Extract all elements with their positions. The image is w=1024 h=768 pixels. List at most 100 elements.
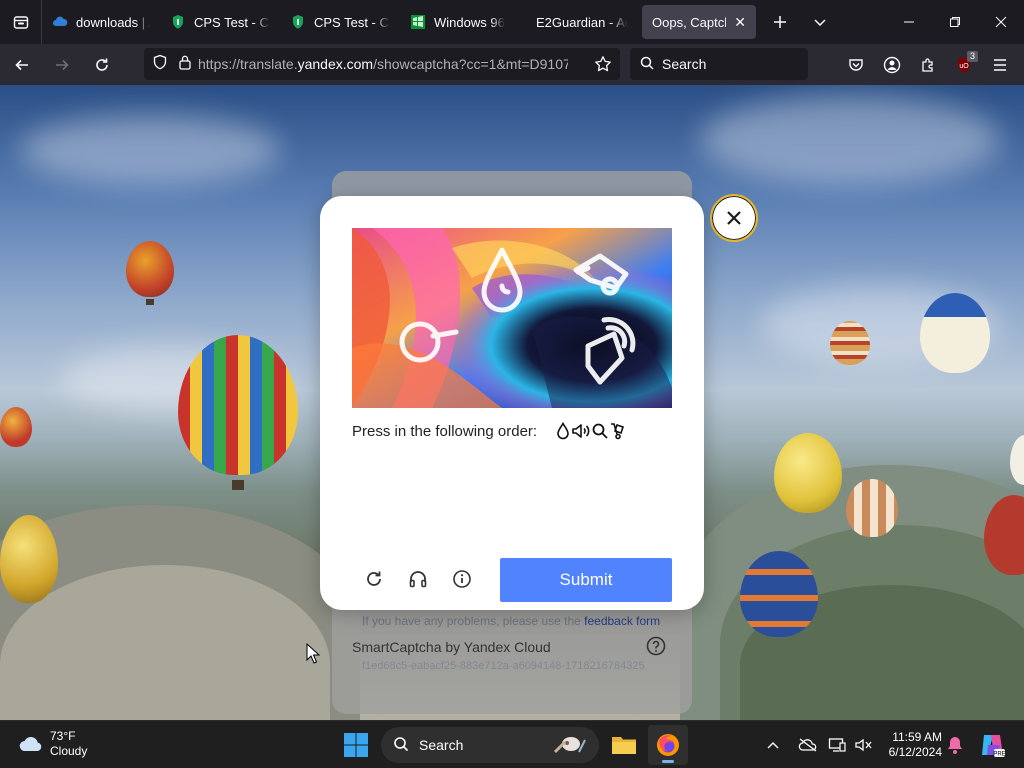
navigation-toolbar: https://translate.yandex.com/showcaptcha… (0, 44, 1024, 85)
clock-date: 6/12/2024 (888, 745, 942, 759)
firefox-view-icon (13, 16, 28, 29)
tab-oops-captcha[interactable]: Oops, Captcha! ✕ (642, 5, 756, 39)
url-path: /showcaptcha?cc=1&mt=D9107 (373, 56, 568, 72)
close-tab-icon[interactable]: ✕ (734, 14, 746, 31)
copilot-icon: PRE (982, 735, 1006, 758)
feedback-form-link[interactable]: feedback form (584, 614, 660, 628)
lock-icon[interactable] (178, 54, 192, 75)
tab-windows-96[interactable]: Windows 96 (400, 5, 520, 39)
audio-captcha-button[interactable] (404, 565, 432, 593)
close-window-button[interactable] (978, 0, 1024, 44)
close-icon (727, 211, 741, 225)
extension-badge-count: 3 (966, 50, 978, 62)
tab-title: Windows 96 (434, 14, 505, 30)
speaker-icon (572, 424, 590, 438)
hot-air-balloon (740, 551, 818, 637)
ublock-origin-button[interactable]: uO 3 (946, 49, 982, 81)
firefox-taskbar-button[interactable] (648, 725, 688, 765)
search-highlight-icon (549, 732, 589, 761)
hot-air-balloon (0, 515, 58, 603)
hand-truck-icon (611, 423, 625, 440)
url-text[interactable]: https://translate.yandex.com/showcaptcha… (198, 56, 568, 72)
restore-icon (950, 17, 960, 27)
hot-air-balloon (920, 293, 990, 373)
new-tab-button[interactable] (760, 0, 800, 44)
chevron-down-icon (814, 19, 826, 27)
url-prefix: https://translate. (198, 56, 298, 72)
account-button[interactable] (874, 49, 910, 81)
refresh-icon (367, 571, 381, 586)
toolbar-right: uO 3 (838, 44, 1018, 85)
close-captcha-button[interactable] (710, 194, 758, 242)
account-icon (883, 56, 901, 73)
back-button[interactable] (4, 49, 40, 81)
forward-button[interactable] (44, 49, 80, 81)
hot-air-balloon (830, 321, 870, 365)
weather-condition: Cloudy (50, 744, 88, 758)
prompt-text: Press in the following order: (352, 422, 538, 440)
search-icon (640, 56, 654, 73)
tab-strip: downloads | A CPS Test - Che CPS Test - … (0, 0, 1024, 44)
request-id: f1ed68c5-eabacf25-883e712a-a6094148-1718… (362, 660, 645, 672)
weather-widget[interactable]: 73°F Cloudy (18, 729, 87, 759)
tab-title: CPS Test - Che (194, 14, 270, 30)
info-icon (453, 570, 471, 588)
search-icon (393, 736, 409, 755)
tab-title: Oops, Captcha! (652, 14, 726, 30)
notifications-button[interactable] (946, 735, 964, 760)
display-button[interactable] (824, 737, 850, 753)
folder-icon (612, 737, 636, 754)
submit-button[interactable]: Submit (500, 558, 672, 602)
hot-air-balloon (774, 433, 842, 513)
minimize-icon (904, 21, 914, 23)
system-tray (762, 721, 876, 768)
start-button[interactable] (342, 731, 370, 759)
file-explorer-button[interactable] (604, 725, 644, 765)
show-hidden-icons-button[interactable] (762, 741, 784, 749)
clock[interactable]: 11:59 AM 6/12/2024 (876, 730, 942, 760)
question-circle-icon (646, 636, 666, 656)
hot-air-balloon (178, 335, 298, 475)
tab-title: downloads | A (76, 14, 150, 30)
restore-button[interactable] (932, 0, 978, 44)
tab-e2guardian[interactable]: E2Guardian - Acce (520, 5, 638, 39)
cloud-offline-icon (798, 738, 817, 752)
taskbar-search[interactable]: Search (381, 727, 599, 763)
hamburger-menu-icon (994, 58, 1006, 71)
copilot-button[interactable]: PRE (978, 731, 1006, 764)
tab-cps-test-1[interactable]: CPS Test - Che (160, 5, 280, 39)
page-content: If you have any problems, please use the… (0, 85, 1024, 720)
hot-air-balloon (126, 241, 174, 297)
speaker-muted-icon (855, 738, 872, 752)
captcha-challenge-image[interactable] (352, 228, 672, 408)
bookmark-star-icon[interactable] (594, 55, 612, 78)
refresh-captcha-button[interactable] (360, 565, 388, 593)
magnifier-icon (592, 423, 608, 439)
address-bar[interactable]: https://translate.yandex.com/showcaptcha… (144, 48, 620, 80)
info-button[interactable] (448, 565, 476, 593)
reload-button[interactable] (84, 49, 120, 81)
extensions-button[interactable] (910, 49, 946, 81)
minimize-button[interactable] (886, 0, 932, 44)
tab-downloads[interactable]: downloads | A (42, 5, 160, 39)
monitor-icon (828, 738, 846, 752)
onedrive-button[interactable] (792, 738, 824, 752)
headphones-icon (409, 571, 427, 588)
volume-button[interactable] (850, 737, 876, 753)
help-button[interactable] (646, 636, 666, 661)
feedback-text-body: If you have any problems, please use the (362, 614, 585, 628)
order-icons (555, 422, 627, 440)
bell-icon (948, 737, 962, 754)
pocket-button[interactable] (838, 49, 874, 81)
cloud-icon (19, 736, 42, 752)
firefox-view-button[interactable] (0, 0, 42, 44)
tracking-protection-shield-icon[interactable] (152, 54, 168, 75)
tab-cps-test-2[interactable]: CPS Test - Che (280, 5, 400, 39)
list-all-tabs-button[interactable] (800, 0, 840, 44)
shield-favicon-icon (170, 14, 186, 30)
app-menu-button[interactable] (982, 49, 1018, 81)
search-bar[interactable]: Search (630, 48, 808, 80)
arrow-right-icon (56, 59, 69, 70)
search-placeholder: Search (662, 56, 707, 72)
puzzle-piece-icon (922, 57, 933, 72)
